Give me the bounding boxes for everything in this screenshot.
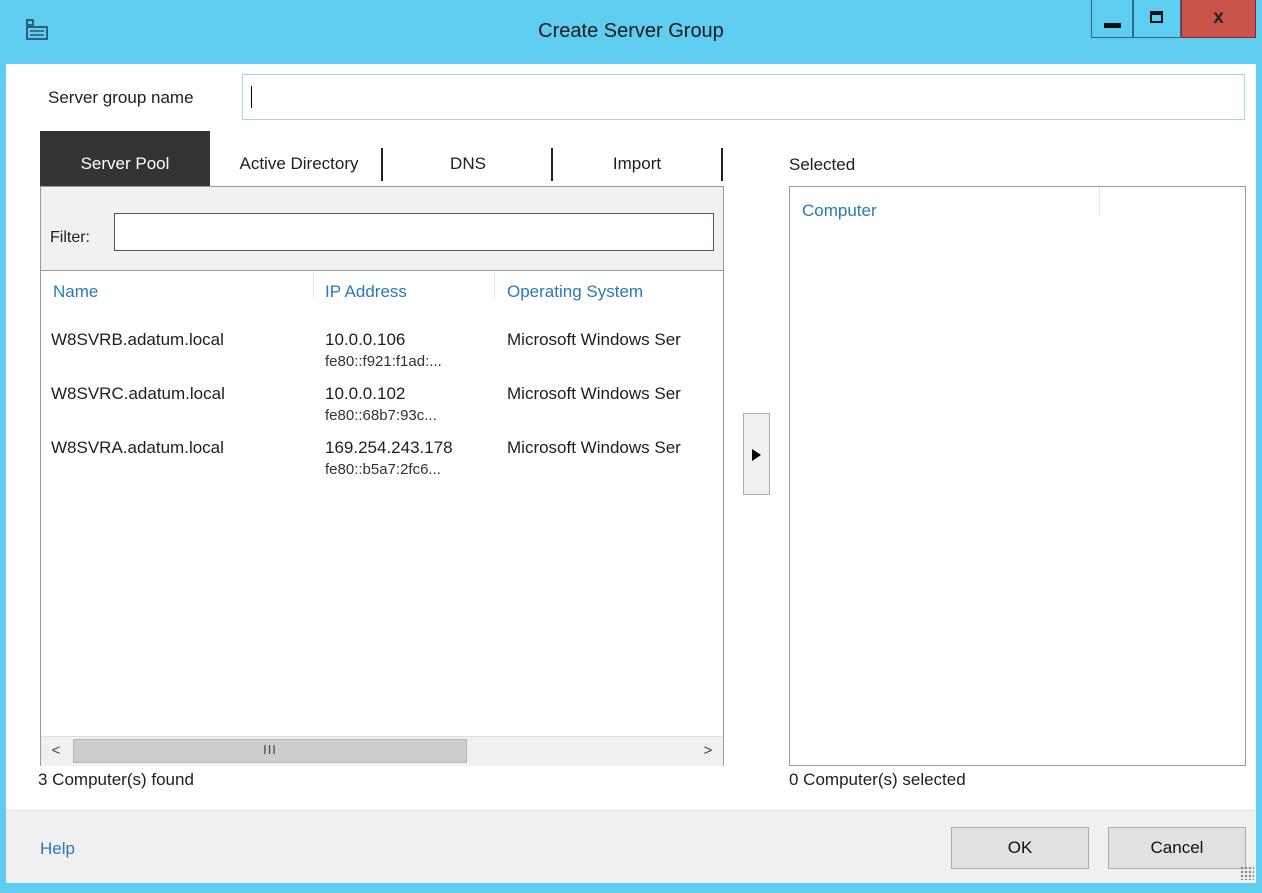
arrow-right-icon <box>752 449 761 461</box>
selected-label: Selected <box>789 155 856 174</box>
row-ipv6: fe80::f921:f1ad:... <box>325 353 442 370</box>
server-group-name-input[interactable] <box>242 74 1245 120</box>
row-ip: 10.0.0.102 <box>325 384 406 403</box>
close-icon: x <box>1213 7 1224 28</box>
computers-selected-count: 0 Computer(s) selected <box>789 770 966 789</box>
tab-dns[interactable]: DNS <box>384 131 552 186</box>
row-ipv6: fe80::68b7:93c... <box>325 407 437 424</box>
selected-list[interactable]: Computer <box>789 186 1246 766</box>
tab-separator <box>381 148 383 181</box>
add-to-selected-button[interactable] <box>743 413 770 495</box>
column-divider[interactable] <box>1099 187 1100 215</box>
column-header-operating-system[interactable]: Operating System <box>507 282 643 302</box>
row-ip: 10.0.0.106 <box>325 330 406 349</box>
maximize-button[interactable] <box>1133 0 1181 38</box>
help-link[interactable]: Help <box>40 839 75 859</box>
filter-label: Filter: <box>50 229 90 246</box>
server-group-name-label: Server group name <box>48 88 194 107</box>
column-divider[interactable] <box>313 273 314 298</box>
server-pool-panel: Filter: Name IP Address Operating System… <box>40 186 724 766</box>
title-bar: Create Server Group x <box>0 0 1262 64</box>
tab-separator <box>721 148 723 181</box>
row-os: Microsoft Windows Ser <box>507 438 681 457</box>
resize-grip-icon[interactable] <box>1240 866 1254 880</box>
minimize-button[interactable] <box>1091 0 1133 38</box>
computers-found-count: 3 Computer(s) found <box>38 770 194 789</box>
scrollbar-thumb[interactable]: III <box>73 739 467 763</box>
cancel-button[interactable]: Cancel <box>1108 827 1246 869</box>
tab-active-directory[interactable]: Active Directory <box>214 131 384 186</box>
row-name[interactable]: W8SVRB.adatum.local <box>51 330 224 350</box>
scrollbar-grip-icon: III <box>263 742 277 757</box>
row-os: Microsoft Windows Ser <box>507 330 681 349</box>
ok-button[interactable]: OK <box>951 827 1089 869</box>
scroll-right-arrow-icon[interactable]: > <box>695 739 721 763</box>
tab-server-pool[interactable]: Server Pool <box>40 131 210 186</box>
close-button[interactable]: x <box>1181 0 1256 38</box>
row-os: Microsoft Windows Ser <box>507 384 681 403</box>
maximize-icon <box>1150 11 1163 23</box>
column-header-computer[interactable]: Computer <box>802 201 877 221</box>
row-name[interactable]: W8SVRA.adatum.local <box>51 438 224 458</box>
row-ipv6: fe80::b5a7:2fc6... <box>325 461 441 478</box>
scroll-left-arrow-icon[interactable]: < <box>43 739 69 763</box>
tab-import[interactable]: Import <box>552 131 722 186</box>
filter-input[interactable] <box>114 213 714 251</box>
column-header-name[interactable]: Name <box>53 282 98 302</box>
window-title: Create Server Group <box>538 20 724 42</box>
row-name[interactable]: W8SVRC.adatum.local <box>51 384 225 404</box>
row-ip: 169.254.243.178 <box>325 438 453 457</box>
column-header-ip-address[interactable]: IP Address <box>325 282 407 302</box>
filter-bar: Filter: <box>41 187 723 271</box>
column-divider[interactable] <box>494 273 495 298</box>
minimize-icon <box>1104 23 1121 28</box>
text-caret <box>251 86 252 108</box>
horizontal-scrollbar[interactable]: < III > <box>41 736 723 766</box>
